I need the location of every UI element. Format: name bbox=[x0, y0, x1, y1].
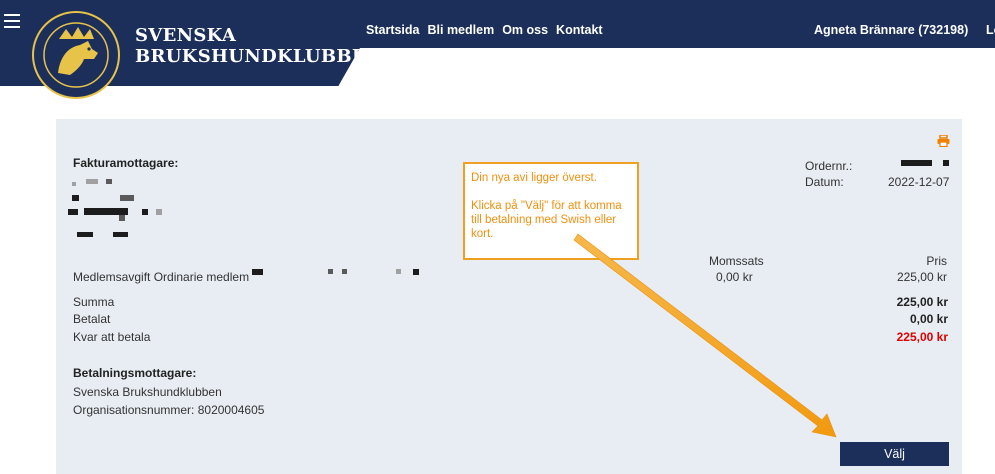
arrow-annotation bbox=[573, 233, 837, 438]
choose-button[interactable]: Välj bbox=[840, 442, 949, 466]
